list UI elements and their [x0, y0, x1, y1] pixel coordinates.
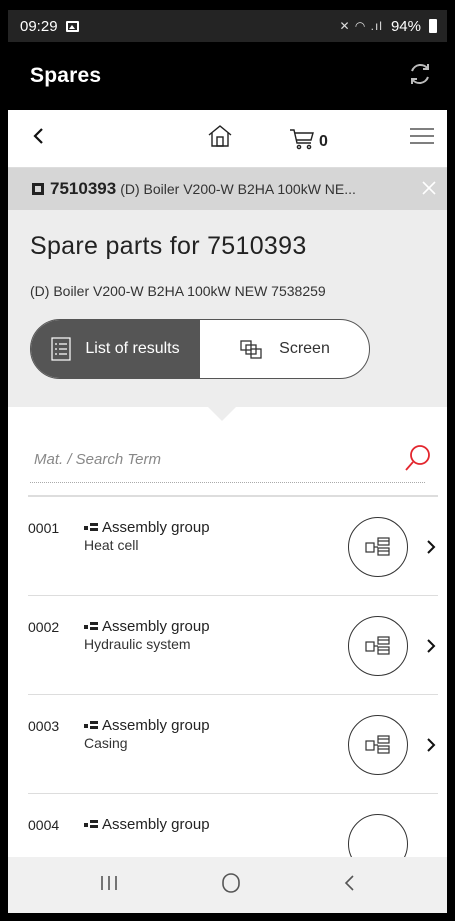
item-code: 0002 — [28, 619, 60, 635]
exploded-view-button[interactable] — [348, 616, 408, 676]
assembly-group-icon — [84, 720, 98, 731]
screen-label: Screen — [279, 340, 330, 357]
cart-count: 0 — [319, 132, 328, 150]
battery-icon — [429, 19, 437, 33]
item-code: 0003 — [28, 718, 60, 734]
assembly-group-icon — [84, 621, 98, 632]
article-square-icon — [32, 183, 44, 195]
view-toggle: List of results Screen — [30, 319, 370, 379]
status-time: 09:29 — [20, 17, 58, 35]
screen-button[interactable]: Screen — [200, 320, 369, 378]
cart-icon — [290, 128, 314, 149]
item-group: Assembly group — [102, 618, 210, 635]
back-nav-icon[interactable] — [343, 873, 357, 898]
search-icon[interactable] — [403, 443, 433, 480]
exploded-view-button[interactable] — [348, 715, 408, 775]
chevron-right-icon[interactable] — [426, 539, 436, 560]
recent-apps-icon[interactable] — [98, 874, 120, 897]
list-item[interactable]: 0003 Assembly group Casing — [28, 695, 438, 794]
home-nav-icon[interactable] — [220, 872, 242, 899]
list-of-results-button[interactable]: List of results — [31, 320, 200, 378]
toggle-notch — [208, 407, 236, 421]
item-group: Assembly group — [102, 717, 210, 734]
close-icon[interactable] — [421, 180, 437, 199]
home-icon[interactable] — [207, 124, 233, 153]
chevron-right-icon[interactable] — [426, 737, 436, 758]
cart-button[interactable]: 0 — [289, 127, 328, 151]
article-description: (D) Boiler V200-W B2HA 100kW NE... — [120, 181, 356, 197]
status-bar: 09:29 ✕ ◠ .ıl 94% — [8, 10, 447, 42]
list-icon — [51, 337, 71, 361]
search-input[interactable] — [30, 451, 425, 468]
image-notification-icon — [65, 20, 79, 32]
page-title: Spare parts for 7510393 — [30, 232, 307, 260]
list-item[interactable]: 0002 Assembly group Hydraulic system — [28, 596, 438, 695]
page-subtitle: (D) Boiler V200-W B2HA 100kW NEW 7538259 — [30, 283, 326, 299]
back-chevron-icon[interactable] — [32, 127, 46, 150]
list-item[interactable]: 0001 Assembly group Heat cell — [28, 497, 438, 596]
app-frame: 09:29 ✕ ◠ .ıl 94% Spares 0 7510393 (D) B… — [8, 10, 447, 913]
nav-bar: 0 — [8, 110, 447, 168]
exploded-view-icon — [365, 735, 390, 754]
article-number: 7510393 — [50, 179, 117, 198]
search-bar — [30, 437, 430, 483]
assembly-group-icon — [84, 819, 98, 830]
list-of-results-label: List of results — [85, 340, 180, 357]
android-nav-bar — [8, 857, 447, 913]
signal-wifi-icon: ✕ ◠ .ıl — [339, 19, 383, 33]
chevron-right-icon[interactable] — [426, 638, 436, 659]
screen-layers-icon — [240, 340, 262, 359]
results-list: 0001 Assembly group Heat cell 0002 Assem… — [28, 497, 438, 893]
app-bar: Spares — [8, 42, 447, 110]
exploded-view-button[interactable] — [348, 517, 408, 577]
item-group: Assembly group — [102, 519, 210, 536]
battery-percent: 94% — [390, 17, 421, 35]
item-code: 0001 — [28, 520, 60, 536]
item-group: Assembly group — [102, 816, 210, 833]
menu-icon[interactable] — [409, 126, 435, 151]
app-title: Spares — [30, 64, 102, 87]
refresh-icon[interactable] — [407, 61, 433, 92]
spare-parts-header: Spare parts for 7510393 (D) Boiler V200-… — [8, 210, 447, 421]
assembly-group-icon — [84, 522, 98, 533]
exploded-view-icon — [365, 636, 390, 655]
exploded-view-icon — [365, 537, 390, 556]
article-bar: 7510393 (D) Boiler V200-W B2HA 100kW NE.… — [8, 168, 447, 210]
